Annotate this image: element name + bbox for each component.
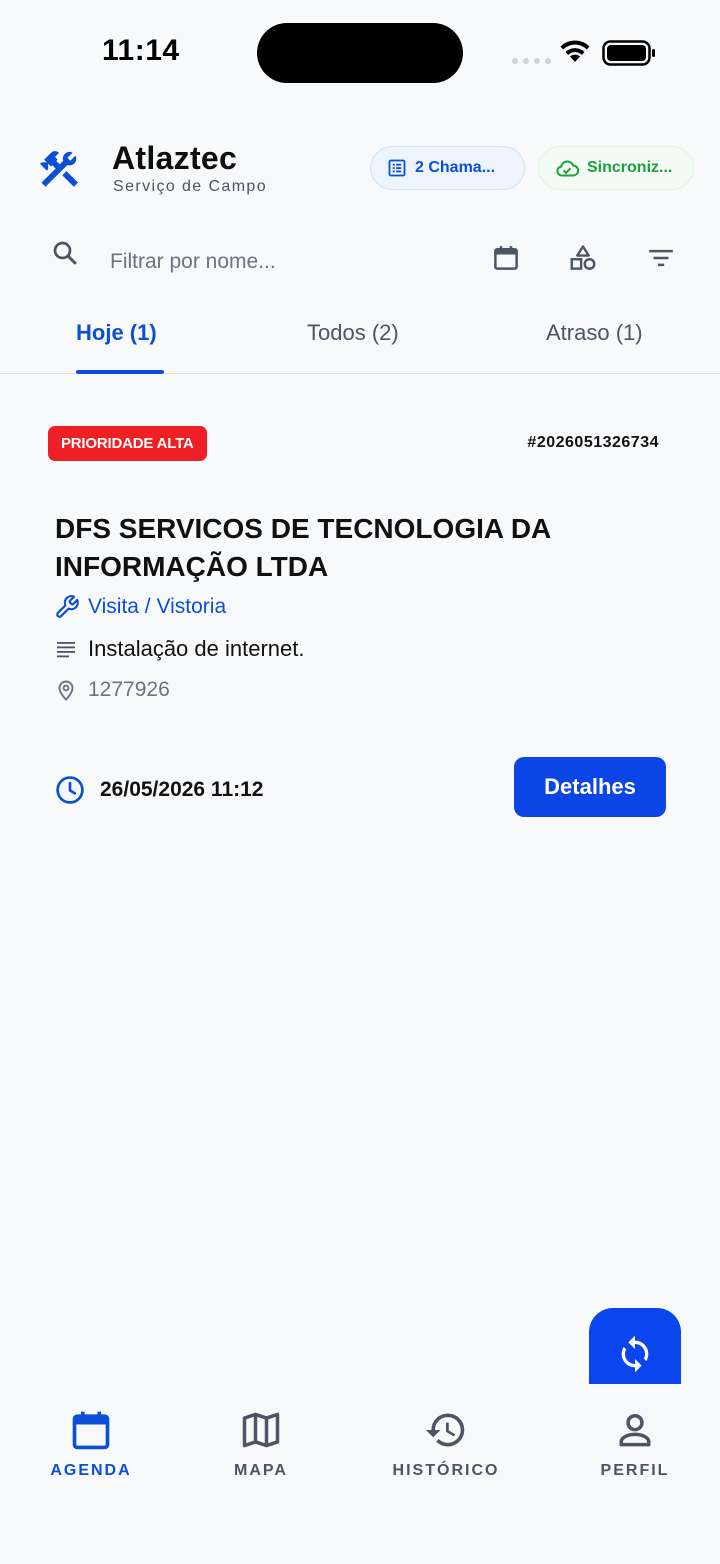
order-number: #2026051326734 [527,434,659,451]
nav-mapa-label: MAPA [234,1462,288,1479]
service-description: Instalação de internet. [88,636,305,661]
tab-hoje[interactable]: Hoje (1) [76,320,157,346]
client-name: DFS SERVICOS DE TECNOLOGIA DA INFORMAÇÃO… [55,513,551,582]
battery-icon [602,40,655,66]
cloud-done-icon [556,160,579,177]
clock-icon [56,776,84,804]
sort-filter-button[interactable] [639,236,683,280]
nav-historico-label: HISTÓRICO [392,1462,500,1479]
nav-historico[interactable]: HISTÓRICO [371,1408,521,1480]
location-pin-icon [58,680,74,701]
nav-agenda[interactable]: AGENDA [16,1408,166,1480]
sync-status-chip[interactable]: Sincroniz... [538,146,694,190]
service-type: Visita / Vistoria [88,595,227,618]
schedule-row: 26/05/2026 11:12 [54,774,264,806]
nav-agenda-label: AGENDA [50,1462,132,1479]
sync-chip-label: Sincroniz... [587,159,673,176]
nav-mapa[interactable]: MAPA [186,1408,336,1480]
wifi-icon [560,40,590,62]
list-alt-icon [388,159,406,177]
app-subtitle: Serviço de Campo [113,178,268,195]
priority-badge: PRIORIDADE ALTA [48,426,207,461]
nav-perfil[interactable]: PERFIL [560,1408,710,1480]
sync-icon [621,1335,649,1373]
wrench-icon [56,595,79,618]
notes-icon [57,642,75,658]
status-bar: 11:14 [0,0,720,105]
map-icon [242,1412,280,1448]
category-filter-button[interactable] [561,236,605,280]
search-input[interactable] [110,244,470,280]
signal-dots-icon [512,58,551,64]
search-icon [53,241,77,265]
bottom-navigation: AGENDA MAPA HISTÓRICO PERFIL [0,1384,720,1564]
calendar-filter-button[interactable] [484,236,528,280]
filter-list-icon [649,249,673,267]
calls-chip[interactable]: 2 Chama... [370,146,525,190]
location-code-row: 1277926 [54,678,170,702]
description-row: Instalação de internet. [54,636,304,662]
scheduled-datetime: 26/05/2026 11:12 [100,778,264,801]
details-button[interactable]: Detalhes [514,757,666,817]
tab-atraso[interactable]: Atraso (1) [546,320,643,346]
tools-logo-icon [40,151,78,187]
service-order-card[interactable]: PRIORIDADE ALTA #2026051326734 DFS SERVI… [0,400,720,840]
person-icon [619,1413,651,1447]
search-row [0,228,720,292]
nav-perfil-label: PERFIL [600,1462,670,1479]
status-time: 11:14 [102,34,180,67]
calls-chip-label: 2 Chama... [415,159,496,176]
calendar-icon [494,246,518,270]
calendar-icon [72,1411,110,1450]
dynamic-island [257,23,463,83]
shapes-icon [570,245,596,270]
location-code: 1277926 [88,678,170,701]
history-icon [425,1413,465,1447]
service-type-row: Visita / Vistoria [54,594,226,620]
active-tab-indicator [76,370,164,374]
app-title: Atlaztec [112,140,238,176]
tab-bar: Hoje (1) Todos (2) Atraso (1) [0,306,720,374]
tab-todos[interactable]: Todos (2) [307,320,399,346]
app-header: Atlaztec Serviço de Campo 2 Chama... Sin… [0,128,720,208]
